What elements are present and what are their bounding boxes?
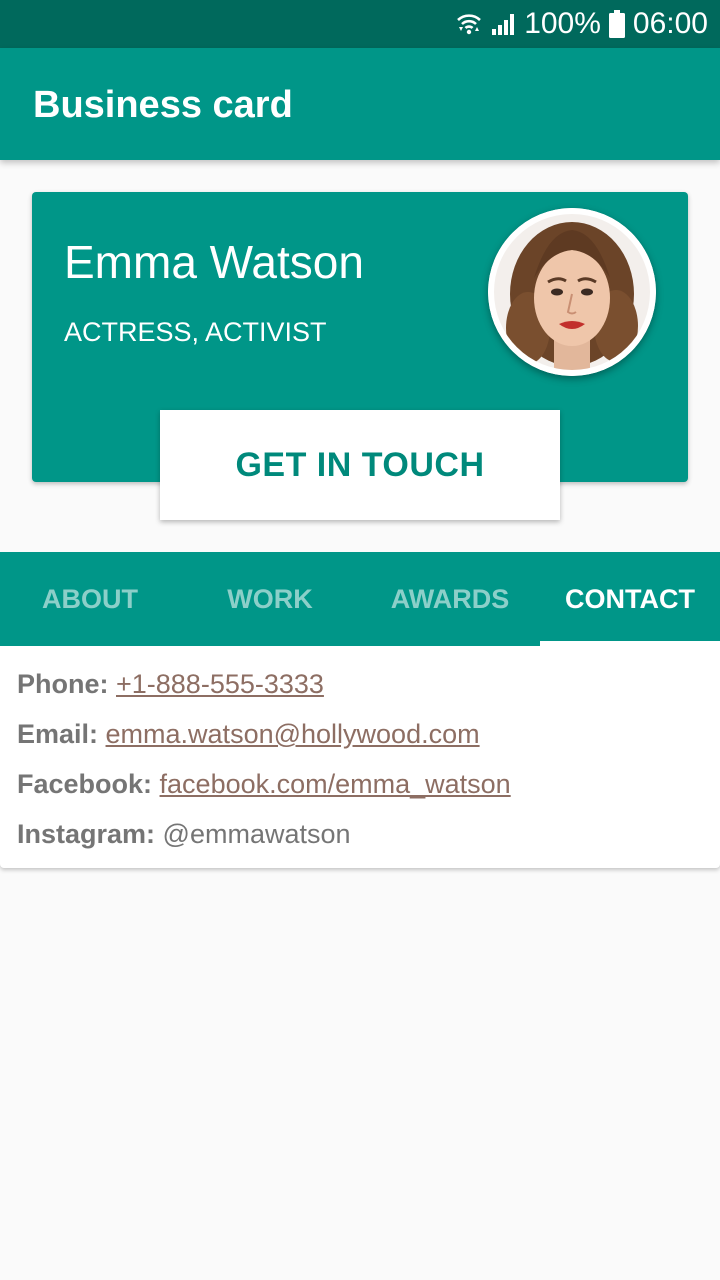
- tab-bar: ABOUT WORK AWARDS CONTACT: [0, 552, 720, 646]
- facebook-row: Facebook: facebook.com/emma_watson: [17, 766, 511, 802]
- tab-work[interactable]: WORK: [180, 552, 360, 646]
- profile-name: Emma Watson: [64, 236, 364, 288]
- facebook-label: Facebook:: [17, 769, 160, 799]
- avatar-photo: [488, 208, 656, 376]
- status-bar: 100% 06:00: [0, 0, 720, 48]
- tab-awards[interactable]: AWARDS: [360, 552, 540, 646]
- profile-role: ACTRESS, ACTIVIST: [64, 317, 327, 347]
- tab-indicator: [540, 641, 720, 646]
- wifi-icon: [456, 11, 482, 37]
- tab-label: CONTACT: [565, 583, 695, 614]
- tab-contact[interactable]: CONTACT: [540, 552, 720, 646]
- tab-label: WORK: [227, 583, 313, 614]
- instagram-label: Instagram:: [17, 819, 163, 849]
- phone-row: Phone: +1-888-555-3333: [17, 666, 324, 702]
- app-title: Business card: [33, 84, 293, 126]
- avatar: [488, 208, 656, 376]
- email-row: Email: emma.watson@hollywood.com: [17, 716, 480, 752]
- battery-icon: [608, 10, 625, 38]
- status-indicators: 100% 06:00: [456, 0, 708, 48]
- clock: 06:00: [632, 7, 708, 40]
- email-link[interactable]: emma.watson@hollywood.com: [106, 719, 480, 749]
- tab-about[interactable]: ABOUT: [0, 552, 180, 646]
- signal-icon: [490, 11, 516, 37]
- email-label: Email:: [17, 719, 106, 749]
- tab-label: AWARDS: [390, 583, 510, 614]
- phone-link[interactable]: +1-888-555-3333: [116, 669, 324, 699]
- tab-label: ABOUT: [42, 583, 138, 614]
- contact-panel: Phone: +1-888-555-3333 Email: emma.watso…: [0, 646, 720, 868]
- phone-label: Phone:: [17, 669, 116, 699]
- instagram-handle: @emmawatson: [162, 819, 351, 849]
- app-bar: Business card: [0, 48, 720, 160]
- get-in-touch-button[interactable]: GET IN TOUCH: [160, 410, 560, 520]
- instagram-row: Instagram: @emmawatson: [17, 816, 351, 852]
- battery-percent: 100%: [524, 7, 601, 40]
- facebook-link[interactable]: facebook.com/emma_watson: [160, 769, 511, 799]
